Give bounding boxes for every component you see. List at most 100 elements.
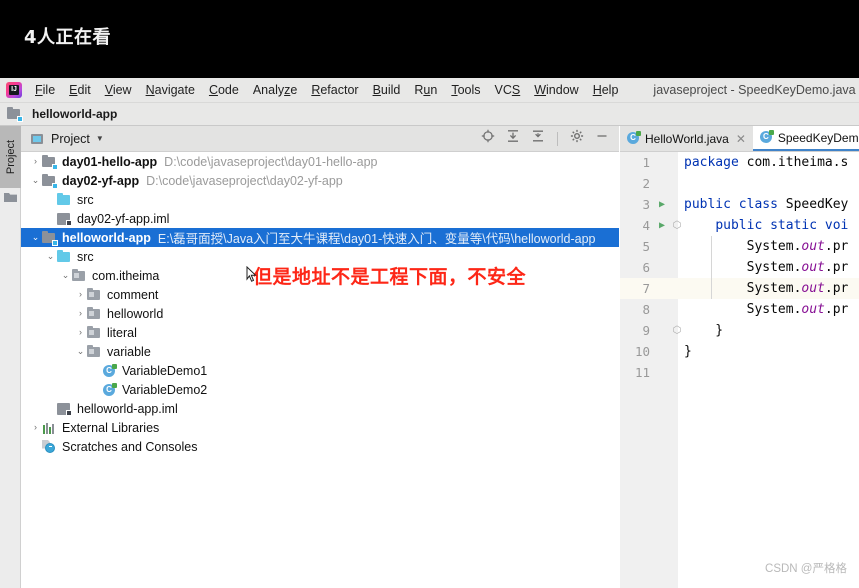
tree-row[interactable]: ⌄ variable — [21, 342, 619, 361]
tree-row[interactable]: day02-yf-app.iml — [21, 209, 619, 228]
editor-code-area[interactable]: 1 package com.itheima.s 2 3 ▶ public class Sp… — [620, 152, 859, 588]
package-icon — [87, 325, 102, 340]
menu-item-refactor[interactable]: Refactor — [304, 81, 365, 99]
tree-row-label: literal — [107, 325, 137, 340]
minimize-icon[interactable] — [595, 129, 609, 148]
menu-item-vcs[interactable]: VCS — [488, 81, 528, 99]
menu-item-build[interactable]: Build — [366, 81, 408, 99]
editor-tab-bar: C HelloWorld.java ✕ C SpeedKeyDem — [620, 126, 859, 152]
chevron-right-icon[interactable]: › — [74, 304, 87, 323]
code-text: } — [684, 344, 692, 359]
code-editor: C HelloWorld.java ✕ C SpeedKeyDem 1 package c… — [620, 126, 859, 588]
external-libraries-icon — [42, 421, 57, 435]
chevron-right-icon[interactable]: › — [74, 285, 87, 304]
code-line: 5 System.out.pr — [620, 236, 859, 257]
tree-row[interactable]: src — [21, 190, 619, 209]
structure-folder-icon[interactable] — [3, 190, 18, 203]
code-fold-icon[interactable]: ⬡ — [670, 220, 684, 231]
menu-item-analyze[interactable]: Analyze — [246, 81, 304, 99]
chevron-right-icon[interactable]: › — [29, 152, 42, 171]
menu-item-window[interactable]: Window — [527, 81, 585, 99]
tree-row-label: helloworld — [107, 306, 164, 321]
run-gutter-icon[interactable]: ▶ — [654, 199, 670, 210]
menu-item-edit[interactable]: Edit — [62, 81, 98, 99]
window-title: javaseproject - SpeedKeyDemo.java [day01… — [653, 83, 859, 97]
code-line: 2 — [620, 173, 859, 194]
locate-target-icon[interactable] — [481, 129, 495, 148]
line-number: 3 — [642, 197, 650, 212]
breadcrumb-label: helloworld-app — [32, 107, 118, 121]
iml-file-icon — [57, 212, 72, 226]
watermark: CSDN @严格格 — [765, 563, 847, 575]
tree-row-path: D:\code\javaseproject\day02-yf-app — [146, 173, 343, 188]
breadcrumb-item-module[interactable]: helloworld-app — [7, 107, 118, 122]
menu-item-code[interactable]: Code — [202, 81, 246, 99]
java-class-icon — [102, 382, 117, 397]
package-icon — [87, 344, 102, 359]
tree-row[interactable]: ⌄ helloworld-app E:\磊哥面授\Java入门至大牛课程\day01… — [21, 228, 619, 247]
tree-row[interactable]: › literal — [21, 323, 619, 342]
tree-row[interactable]: VariableDemo2 — [21, 380, 619, 399]
tool-window-tab-project[interactable]: Project — [0, 126, 21, 188]
menu-item-navigate[interactable]: Navigate — [139, 81, 202, 99]
iml-file-icon — [57, 402, 72, 416]
tree-row[interactable]: ⌄ day02-yf-app D:\code\javaseproject\day02… — [21, 171, 619, 190]
viewer-count-label: 4人正在看 — [24, 27, 112, 48]
chevron-down-icon[interactable]: ⌄ — [59, 266, 72, 285]
java-class-icon: C — [759, 130, 774, 144]
menu-item-file[interactable]: File — [28, 81, 62, 99]
java-class-icon: C — [627, 131, 641, 145]
code-text: System.out.pr — [684, 281, 849, 296]
code-line: 11 — [620, 362, 859, 383]
tool-window-strip-left: Project — [0, 126, 21, 588]
menu-item-help[interactable]: Help — [586, 81, 626, 99]
java-class-icon — [102, 363, 117, 378]
close-icon[interactable]: ✕ — [736, 132, 746, 146]
tree-row-label: Scratches and Consoles — [62, 439, 198, 454]
menu-item-tools[interactable]: Tools — [444, 81, 487, 99]
code-fold-icon[interactable]: ⬡ — [670, 325, 684, 336]
editor-tab[interactable]: C HelloWorld.java ✕ — [620, 126, 753, 151]
code-line: 8 System.out.pr — [620, 299, 859, 320]
tree-row-path: E:\磊哥面授\Java入门至大牛课程\day01-快速入门、变量等\代码\he… — [157, 232, 596, 246]
chevron-right-icon[interactable]: › — [74, 323, 87, 342]
chevron-down-icon[interactable]: ⌄ — [29, 228, 42, 247]
menu-item-view[interactable]: View — [98, 81, 139, 99]
project-view-label: Project — [51, 131, 90, 146]
tree-row[interactable]: › External Libraries — [21, 418, 619, 437]
code-line: 10} — [620, 341, 859, 362]
indent-guide — [711, 236, 712, 299]
tree-row[interactable]: helloworld-app.iml — [21, 399, 619, 418]
chevron-right-icon[interactable]: › — [29, 418, 42, 437]
tool-window-tab-label: Project — [4, 139, 17, 175]
video-banner: 4人正在看 — [0, 0, 859, 78]
line-number: 7 — [642, 281, 650, 296]
package-icon — [87, 306, 102, 321]
code-line: 4 ▶ ⬡ public static voi — [620, 215, 859, 236]
tree-row[interactable]: VariableDemo1 — [21, 361, 619, 380]
intellij-idea-logo-icon — [6, 82, 22, 98]
tree-row[interactable]: › day01-hello-app D:\code\javaseproject\da… — [21, 152, 619, 171]
project-icon — [30, 132, 45, 146]
gear-icon[interactable] — [570, 129, 584, 148]
line-number: 9 — [642, 323, 650, 338]
chevron-down-icon[interactable]: ⌄ — [29, 171, 42, 190]
project-tree[interactable]: › day01-hello-app D:\code\javaseproject\da… — [21, 152, 619, 588]
chevron-down-icon[interactable]: ▼ — [96, 134, 104, 143]
editor-tab[interactable]: C SpeedKeyDem — [752, 126, 859, 151]
chevron-down-icon[interactable]: ⌄ — [74, 342, 87, 361]
tree-row[interactable]: › helloworld — [21, 304, 619, 323]
project-view-selector[interactable]: Project ▼ — [30, 132, 104, 146]
run-gutter-icon[interactable]: ▶ — [654, 220, 670, 231]
code-line: 9 ⬡ } — [620, 320, 859, 341]
tree-row[interactable]: Scratches and Consoles — [21, 437, 619, 456]
line-number: 8 — [642, 302, 650, 317]
collapse-all-icon[interactable] — [531, 129, 545, 148]
line-number: 6 — [642, 260, 650, 275]
expand-all-icon[interactable] — [506, 129, 520, 148]
tree-row-path: D:\code\javaseproject\day01-hello-app — [164, 154, 378, 169]
line-number: 4 — [642, 218, 650, 233]
menu-item-run[interactable]: Run — [407, 81, 444, 99]
tree-row-label: helloworld-app.iml — [77, 401, 178, 416]
chevron-down-icon[interactable]: ⌄ — [44, 247, 57, 266]
